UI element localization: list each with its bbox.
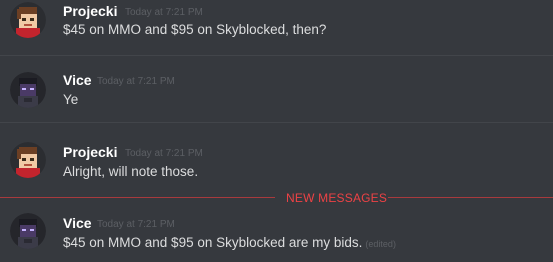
new-messages-divider-line <box>0 197 275 198</box>
message-text: $45 on MMO and $95 on Skyblocked, then? <box>63 22 327 37</box>
message-timestamp: Today at 7:21 PM <box>125 148 203 159</box>
message-timestamp: Today at 7:21 PM <box>97 76 175 87</box>
message-group: Vice Today at 7:21 PM Ye <box>0 56 553 122</box>
message-group: Vice Today at 7:21 PM $45 on MMO and $95… <box>0 205 553 262</box>
message-text: $45 on MMO and $95 on Skyblocked are my … <box>63 235 396 250</box>
message-text-body: $45 on MMO and $95 on Skyblocked are my … <box>63 235 363 250</box>
message-author[interactable]: Vice <box>63 215 92 231</box>
message-group: Projecki Today at 7:21 PM Alright, will … <box>0 123 553 188</box>
message-author[interactable]: Vice <box>63 72 92 88</box>
message-timestamp: Today at 7:21 PM <box>97 219 175 230</box>
message-timestamp: Today at 7:21 PM <box>125 7 203 18</box>
message-group: Projecki Today at 7:21 PM $45 on MMO and… <box>0 0 553 55</box>
new-messages-label: NEW MESSAGES <box>286 191 388 205</box>
projecki-avatar-icon[interactable] <box>10 2 46 38</box>
message-author[interactable]: Projecki <box>63 144 117 160</box>
chat-message-list: Projecki Today at 7:21 PM $45 on MMO and… <box>0 0 553 262</box>
message-text: Ye <box>63 92 79 107</box>
edited-indicator: (edited) <box>365 239 396 249</box>
message-author[interactable]: Projecki <box>63 3 117 19</box>
projecki-avatar-icon[interactable] <box>10 142 46 178</box>
vice-avatar-icon[interactable] <box>10 72 46 108</box>
new-messages-divider-line <box>388 197 553 198</box>
vice-avatar-icon[interactable] <box>10 213 46 249</box>
message-text: Alright, will note those. <box>63 164 199 179</box>
